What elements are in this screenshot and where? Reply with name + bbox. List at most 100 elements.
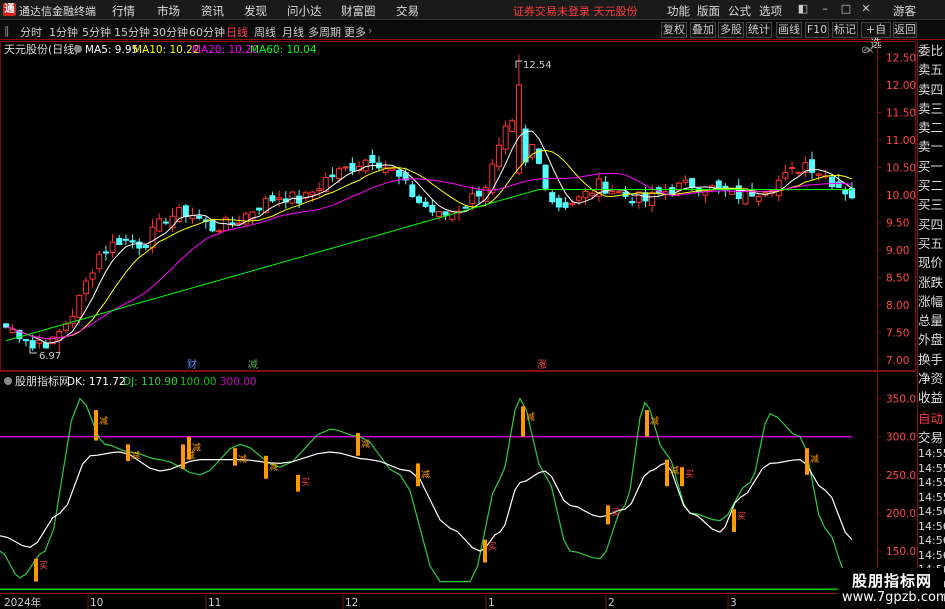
tool-fuquan[interactable]: 复权 <box>661 22 687 38</box>
dk-value: DK: 171.72 <box>67 376 126 388</box>
period-15min[interactable]: 15分钟 <box>114 24 150 40</box>
ind-tick-label: 250.0 <box>886 470 916 482</box>
tool-f10[interactable]: F10 <box>805 22 829 38</box>
maximize-icon[interactable]: □ <box>838 2 854 16</box>
quote-field-13: 涨幅 <box>918 293 944 309</box>
quote-field-2: 卖四 <box>918 81 944 97</box>
quote-field-4: 卖二 <box>918 120 944 136</box>
menu-hangqing[interactable]: 行情 <box>112 3 135 19</box>
period-30min[interactable]: 30分钟 <box>152 24 188 40</box>
title-bar: 通 通达信金融终端 行情 市场 资讯 发现 问小达 财富圈 交易 证券交易未登录… <box>0 0 945 20</box>
watermark-title: 股朋指标网 <box>852 572 933 590</box>
event-marker-cai[interactable]: 财 <box>187 358 197 371</box>
tick-time-5: 14:56 <box>918 519 945 533</box>
menu-shichang[interactable]: 市场 <box>157 3 180 19</box>
event-marker-jian[interactable]: 减 <box>248 359 258 371</box>
sell-signal-label: 减 <box>670 465 679 477</box>
candle <box>69 308 76 329</box>
sell-signal-bar <box>645 410 649 437</box>
price-tick-label: 11.50 <box>886 108 916 120</box>
sell-signal-label: 减 <box>131 449 140 461</box>
candle <box>356 161 363 174</box>
tab-trade[interactable]: 交易 <box>918 428 945 447</box>
quote-field-list: 委比 卖五 卖四 卖三 卖二 卖一 买一 买二 买三 买四 买五 现价 涨跌 涨幅 总量 外盘 换手 净资 收益 <box>918 41 945 408</box>
menu-caifuquan[interactable]: 财富圈 <box>341 3 376 19</box>
pane-close-icon[interactable]: × <box>866 45 874 56</box>
candle <box>162 217 169 226</box>
period-fenshi[interactable]: 分时 <box>20 24 42 40</box>
skin-icon[interactable]: ◧ <box>795 2 811 16</box>
candle <box>36 334 43 349</box>
tool-biaoji[interactable]: 标记 <box>832 22 858 38</box>
guest-login[interactable]: 游客 <box>893 3 916 19</box>
period-daily[interactable]: 日线 <box>226 24 248 40</box>
tool-add-watchlist[interactable]: +自选 <box>861 22 891 50</box>
app-logo-icon: 通 <box>3 3 16 16</box>
candle <box>555 194 562 212</box>
menu-jiaoyi[interactable]: 交易 <box>396 3 419 19</box>
price-tick-label: 10.00 <box>886 190 916 202</box>
close-icon[interactable]: ✕ <box>858 2 874 16</box>
menu-faxian[interactable]: 发现 <box>244 3 267 19</box>
indicator-settings-icon[interactable] <box>4 377 12 385</box>
buy-signal-label: 买 <box>611 507 620 518</box>
candle <box>102 245 109 261</box>
sell-signal-bar <box>181 444 185 469</box>
tool-huaxian[interactable]: 画线 <box>776 22 802 38</box>
period-weekly[interactable]: 周线 <box>254 24 276 40</box>
candle <box>502 120 509 156</box>
period-multi[interactable]: 多周期 <box>308 24 341 40</box>
candle <box>369 149 376 171</box>
candle <box>682 175 689 186</box>
price-tick-label: 10.50 <box>886 163 916 175</box>
candle <box>202 216 209 229</box>
period-5min[interactable]: 5分钟 <box>82 24 111 40</box>
dk-line <box>0 451 853 552</box>
candle <box>789 162 796 175</box>
candle <box>89 269 96 288</box>
menu-gongneng[interactable]: 功能 <box>667 3 690 19</box>
menu-banmian[interactable]: 版面 <box>697 3 720 19</box>
buy-signal-bar <box>296 474 300 492</box>
settings-dot-icon[interactable] <box>74 45 82 53</box>
x-label-mar: 3 <box>730 597 737 609</box>
tab-auto[interactable]: 自动 <box>918 409 945 428</box>
quote-field-14: 总量 <box>918 313 944 329</box>
x-label-nov: 11 <box>208 597 221 609</box>
quote-field-7: 买二 <box>918 178 944 194</box>
menu-wenxiaoda[interactable]: 问小达 <box>287 3 322 19</box>
sell-signal-bar <box>94 410 98 441</box>
menu-xuanxiang[interactable]: 选项 <box>759 3 782 19</box>
ma60-line <box>5 189 852 342</box>
buy-signal-bar <box>732 509 736 533</box>
minimize-icon[interactable]: – <box>817 2 833 16</box>
price-tick-label: 7.00 <box>886 355 909 367</box>
chart-area[interactable]: 天元股份(日线) MA5: 9.95 MA10: 10.22 MA20: 10.… <box>0 41 916 609</box>
tool-tongji[interactable]: 统计 <box>746 22 772 38</box>
candle <box>455 205 462 221</box>
candle <box>129 234 136 249</box>
tool-duogu[interactable]: 多股 <box>718 22 744 38</box>
period-60min[interactable]: 60分钟 <box>189 24 225 40</box>
chevron-right-icon[interactable]: › <box>368 24 372 37</box>
menu-gongshi[interactable]: 公式 <box>728 3 751 19</box>
sell-signal-label: 减 <box>269 461 278 473</box>
event-marker-zhang[interactable]: 涨 <box>537 359 547 371</box>
tool-back[interactable]: 返回 <box>893 22 917 38</box>
period-monthly[interactable]: 月线 <box>282 24 304 40</box>
tool-diejia[interactable]: 叠加 <box>690 22 716 38</box>
ind-tick-label: 200.0 <box>886 508 916 520</box>
sell-signal-label: 减 <box>99 415 108 427</box>
high-annotation: 12.54 <box>515 60 552 71</box>
sell-signal-bar <box>805 448 809 475</box>
toolbar-menu-icon[interactable]: ‖ <box>4 24 10 37</box>
candle <box>829 175 836 190</box>
candle <box>782 164 789 181</box>
period-more[interactable]: 更多 <box>344 24 366 40</box>
candle <box>82 276 89 302</box>
kline-chart-svg[interactable]: 天元股份(日线) MA5: 9.95 MA10: 10.22 MA20: 10.… <box>0 41 916 609</box>
period-1min[interactable]: 1分钟 <box>49 24 78 40</box>
price-tick-label: 8.50 <box>886 273 909 285</box>
menu-zixun[interactable]: 资讯 <box>201 3 224 19</box>
sell-signal-label: 减 <box>650 415 659 427</box>
